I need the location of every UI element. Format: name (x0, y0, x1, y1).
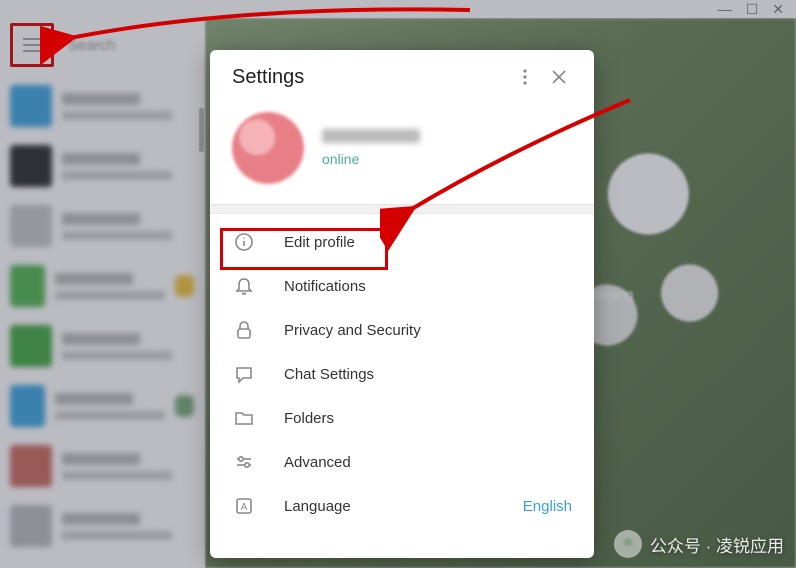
menu-notifications[interactable]: Notifications (210, 264, 594, 308)
folder-icon (232, 408, 256, 428)
close-icon[interactable] (542, 60, 576, 94)
menu-value: English (523, 498, 572, 515)
menu-label: Notifications (284, 278, 572, 295)
more-icon[interactable] (508, 60, 542, 94)
profile-status: online (322, 151, 420, 167)
watermark: ❝ 公众号 · 凌锐应用 (614, 530, 784, 558)
menu-label: Privacy and Security (284, 322, 572, 339)
menu-language[interactable]: A Language English (210, 484, 594, 528)
info-icon (232, 232, 256, 252)
watermark-text: 公众号 · 凌锐应用 (650, 532, 784, 557)
profile-name (322, 129, 420, 143)
wechat-icon: ❝ (614, 530, 642, 558)
lock-icon (232, 320, 256, 340)
avatar[interactable] (232, 112, 304, 184)
svg-text:A: A (241, 502, 248, 513)
menu-edit-profile[interactable]: Edit profile (210, 220, 594, 264)
menu-advanced[interactable]: Advanced (210, 440, 594, 484)
menu-folders[interactable]: Folders (210, 396, 594, 440)
menu-label: Language (284, 498, 495, 515)
settings-menu: Edit profile Notifications Privacy and S… (210, 214, 594, 534)
menu-label: Chat Settings (284, 366, 572, 383)
separator (210, 204, 594, 214)
settings-panel: Settings online Edit profile Notificatio… (210, 50, 594, 558)
sliders-icon (232, 452, 256, 472)
profile-section: online (210, 104, 594, 204)
chat-icon (232, 364, 256, 384)
menu-label: Edit profile (284, 234, 572, 251)
menu-chat-settings[interactable]: Chat Settings (210, 352, 594, 396)
menu-privacy[interactable]: Privacy and Security (210, 308, 594, 352)
settings-title: Settings (232, 66, 508, 89)
language-icon: A (232, 496, 256, 516)
menu-label: Advanced (284, 454, 572, 471)
bell-icon (232, 276, 256, 296)
menu-label: Folders (284, 410, 572, 427)
